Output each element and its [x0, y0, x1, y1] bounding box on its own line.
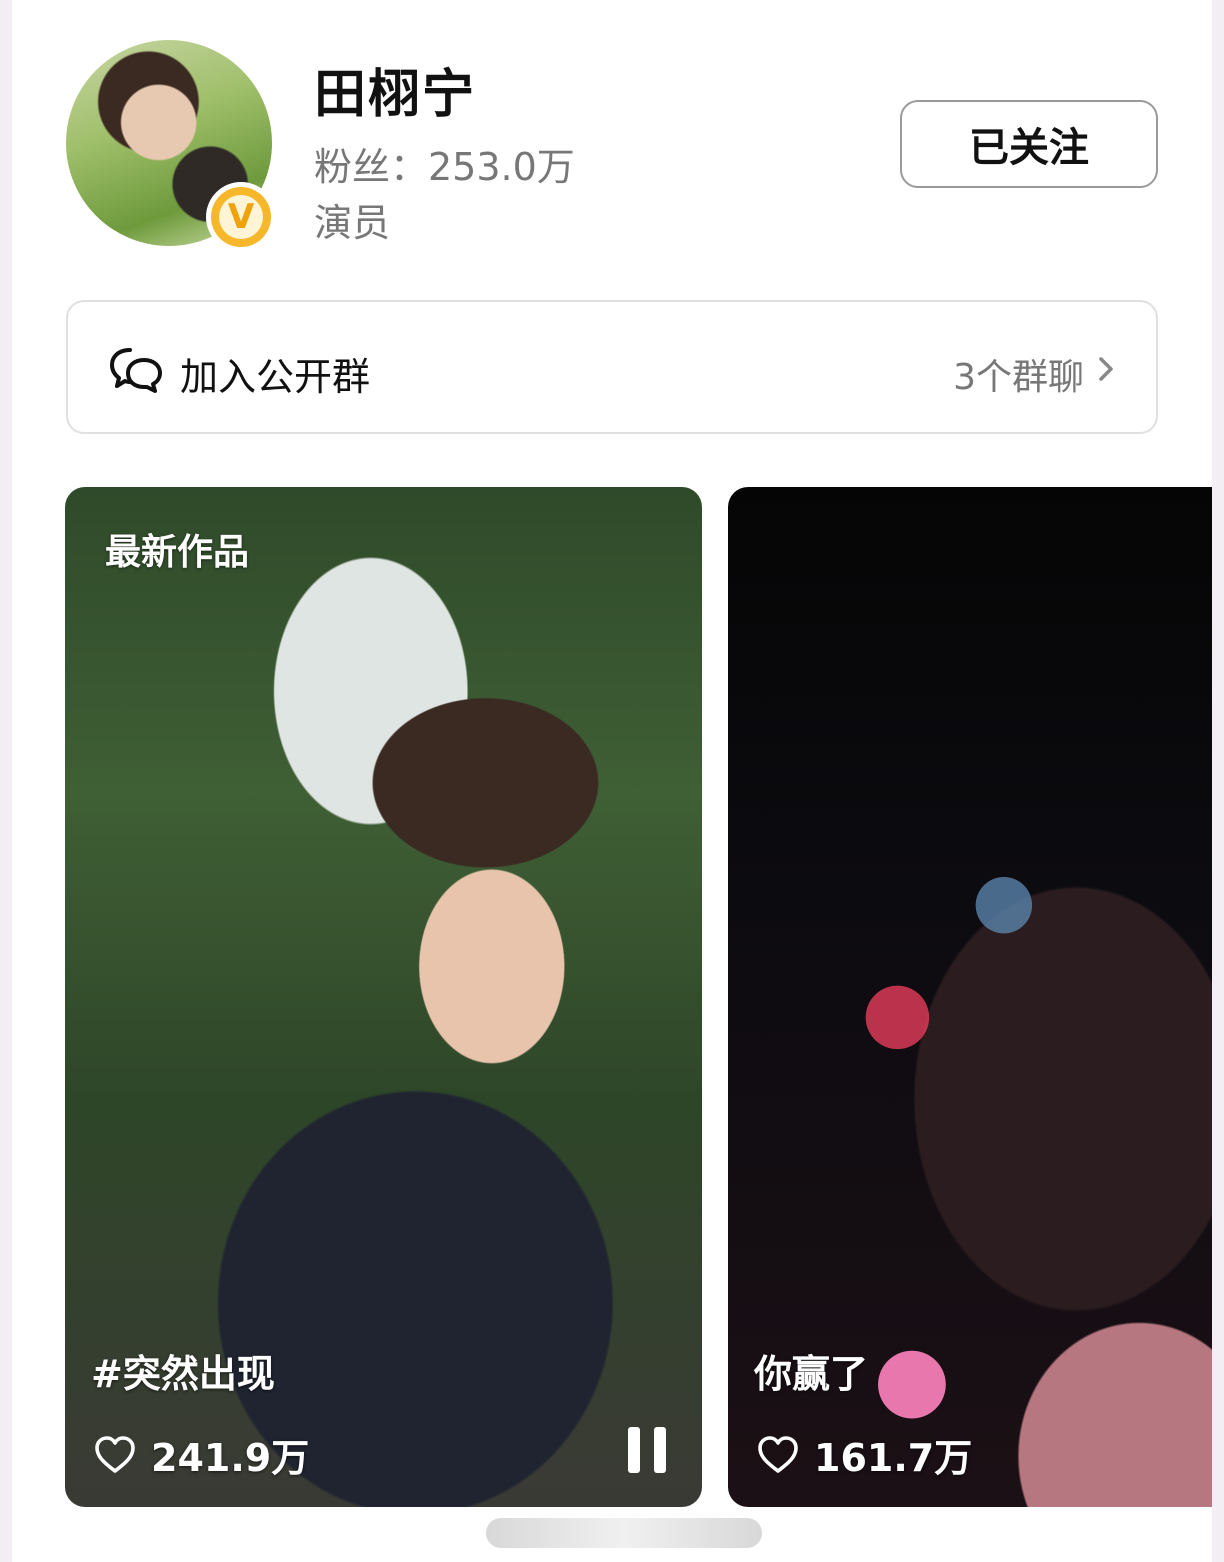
likes-count: 241.9万: [151, 1436, 310, 1480]
video-likes: 161.7万: [756, 1427, 972, 1482]
right-edge: [1212, 0, 1224, 1562]
video-title: 你赢了: [754, 1352, 869, 1396]
group-label: 加入公开群: [180, 355, 371, 399]
heart-icon[interactable]: [756, 1435, 800, 1475]
chevron-right-icon: [1099, 357, 1113, 381]
pause-icon[interactable]: [626, 1427, 668, 1473]
left-edge: [0, 0, 12, 1562]
video-likes: 241.9万: [93, 1427, 309, 1482]
chat-bubbles-icon: [110, 348, 162, 393]
profile-name: 田栩宁: [314, 65, 477, 125]
heart-icon[interactable]: [93, 1435, 137, 1475]
fans-count: 粉丝：253.0万: [314, 145, 575, 189]
video-card[interactable]: 你赢了 161.7万: [728, 487, 1212, 1507]
follow-button[interactable]: 已关注: [900, 100, 1158, 188]
group-count: 3个群聊: [953, 357, 1084, 398]
likes-count: 161.7万: [814, 1436, 973, 1480]
avatar-container[interactable]: V: [66, 40, 276, 252]
latest-works-tag: 最新作品: [105, 532, 250, 573]
watermark-bar: [486, 1518, 762, 1548]
profile-role: 演员: [314, 201, 391, 245]
verified-icon: V: [206, 182, 276, 252]
join-group-bar[interactable]: 加入公开群 3个群聊: [66, 300, 1158, 434]
video-card-latest[interactable]: 最新作品 #突然出现 241.9万: [65, 487, 702, 1507]
video-title: #突然出现: [91, 1352, 275, 1396]
